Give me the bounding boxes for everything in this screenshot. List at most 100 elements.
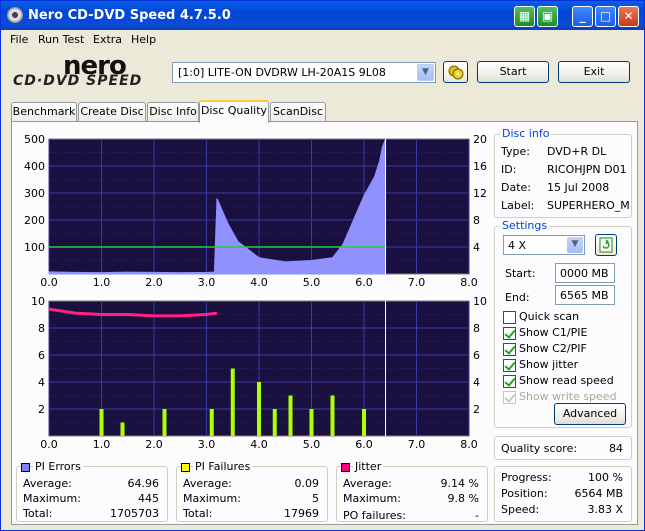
label-value: SUPERHERO_M [547,199,630,212]
pi-errors-swatch [21,463,30,472]
checkbox-show-read-speed[interactable] [503,375,516,388]
jitter-avg-label: Average: [343,477,392,490]
checkbox-label-show-c2-pif: Show C2/PIF [519,342,587,355]
refresh-icon [599,237,613,253]
menu-extra[interactable]: Extra [93,33,122,46]
end-value: 6565 MB [560,289,609,302]
checkbox-show-c2-pif[interactable] [503,343,516,356]
y2-tick-label: 10 [473,295,487,308]
close-button[interactable]: ✕ [618,6,639,27]
settings-group: Settings 4 X ▼ Start: 0000 MB End: 6565 … [494,219,632,428]
pif-total-label: Total: [183,507,213,520]
pif-total-value: 17969 [284,507,319,520]
checkbox-label-quick-scan: Quick scan [519,310,580,323]
x-tick-label: 4.0 [250,276,268,289]
checkbox-quick-scan[interactable] [503,311,516,324]
disc-quality-panel: 0.0 1.0 2.0 3.0 4.0 5.0 6.0 7.0 8.0 500 20 400 16 300… [11,121,638,525]
window-title: Nero CD-DVD Speed 4.7.5.0 [28,8,231,23]
pi-failures-group: PI Failures Average: 0.09 Maximum: 5 Tot… [176,460,328,522]
x-tick-label: 6.0 [355,438,373,451]
y-tick-label: 8 [38,322,45,335]
speed-select[interactable]: 4 X ▼ [503,235,585,255]
disc-info-title: Disc info [500,127,552,140]
maximize-button[interactable]: □ [595,6,616,27]
drive-select[interactable]: [1:0] LITE-ON DVDRW LH-20A1S 9L08 ▼ [172,62,436,83]
start-value: 0000 MB [560,267,609,280]
pif-max-value: 5 [312,492,319,505]
menu-bar: File Run Test Extra Help [1,30,644,49]
pi-failures-bar [272,409,277,436]
chart-0: 0.0 1.0 2.0 3.0 4.0 5.0 6.0 7.0 8.0 500 20 400 16 300… [24,133,487,289]
type-label: Type: [501,145,530,158]
pi-errors-group: PI Errors Average: 64.96 Maximum: 445 To… [16,460,168,522]
x-tick-label: 1.0 [93,276,111,289]
checkbox-show-c1-pie[interactable] [503,327,516,340]
tab-create-disc[interactable]: Create Disc [78,102,146,122]
progress-group: Progress: 100 % Position: 6564 MB Speed:… [494,466,632,522]
refresh-button[interactable] [595,234,617,256]
start-button[interactable]: Start [477,61,549,83]
tab-disc-info[interactable]: Disc Info [147,102,199,122]
tray-icon[interactable]: ▦ [514,6,535,27]
pi-failures-title: PI Failures [193,460,253,473]
menu-run-test[interactable]: Run Test [38,33,84,46]
x-tick-label: 7.0 [408,438,426,451]
progress-label: Progress: [501,471,552,484]
save-icon[interactable]: ▣ [537,6,558,27]
menu-file[interactable]: File [10,33,28,46]
start-label: Start: [505,267,536,280]
drive-value: [1:0] LITE-ON DVDRW LH-20A1S 9L08 [178,66,386,79]
jitter-max-label: Maximum: [343,492,401,505]
y2-tick-label: 6 [473,349,480,362]
jitter-avg-value: 9.14 % [440,477,479,490]
charts-area: 0.0 1.0 2.0 3.0 4.0 5.0 6.0 7.0 8.0 500 20 400 16 300… [24,133,487,451]
quality-label: Quality score: [501,442,578,455]
advanced-button[interactable]: Advanced [554,403,626,425]
cd-icon [7,7,23,23]
drive-info-button[interactable] [443,61,468,83]
x-tick-label: 0.0 [40,276,58,289]
pi-failures-bar [362,409,366,436]
disc-info-group: Disc info Type: DVD+R DL ID: RICOHJPN D0… [494,127,632,218]
y2-tick-label: 4 [473,241,480,254]
pif-avg-value: 0.09 [294,477,320,490]
x-tick-label: 7.0 [408,276,426,289]
x-tick-label: 2.0 [145,438,163,451]
x-tick-label: 6.0 [355,276,373,289]
checkbox-label-show-c1-pie: Show C1/PIE [519,326,588,339]
start-input[interactable]: 0000 MB [555,263,615,283]
x-tick-label: 0.0 [40,438,58,451]
jitter-max-value: 9.8 % [447,492,479,505]
minimize-button[interactable]: _ [572,6,593,27]
x-tick-label: 5.0 [303,438,321,451]
title-bar[interactable]: Nero CD-DVD Speed 4.7.5.0 ▦ ▣ _ □ ✕ [1,1,644,30]
pif-max-label: Maximum: [183,492,241,505]
end-label: End: [505,291,530,304]
progress-value: 100 % [588,471,623,484]
tab-scandisc[interactable]: ScanDisc [270,102,326,122]
po-failures-value: - [475,509,479,522]
settings-title: Settings [500,219,550,232]
chevron-down-icon[interactable]: ▼ [417,64,434,81]
pie-total-value: 1705703 [110,507,159,520]
y2-tick-label: 2 [473,403,480,416]
pi-failures-bar [257,382,261,436]
checkbox-show-jitter[interactable] [503,359,516,372]
tab-benchmark[interactable]: Benchmark [11,102,77,122]
end-input[interactable]: 6565 MB [555,285,615,305]
x-tick-label: 5.0 [303,276,321,289]
pie-max-label: Maximum: [23,492,81,505]
y-tick-label: 300 [24,187,45,200]
exit-button[interactable]: Exit [558,61,630,83]
chevron-down-icon[interactable]: ▼ [567,237,583,253]
tab-disc-quality[interactable]: Disc Quality [199,100,269,123]
x-tick-label: 8.0 [460,438,478,451]
y-tick-label: 6 [38,349,45,362]
y-tick-label: 4 [38,376,45,389]
quality-group: Quality score: 84 [494,436,632,460]
x-tick-label: 4.0 [250,438,268,451]
y-tick-label: 10 [31,295,45,308]
disc-info-icon [448,65,463,80]
menu-help[interactable]: Help [131,33,156,46]
position-label: Position: [501,487,548,500]
